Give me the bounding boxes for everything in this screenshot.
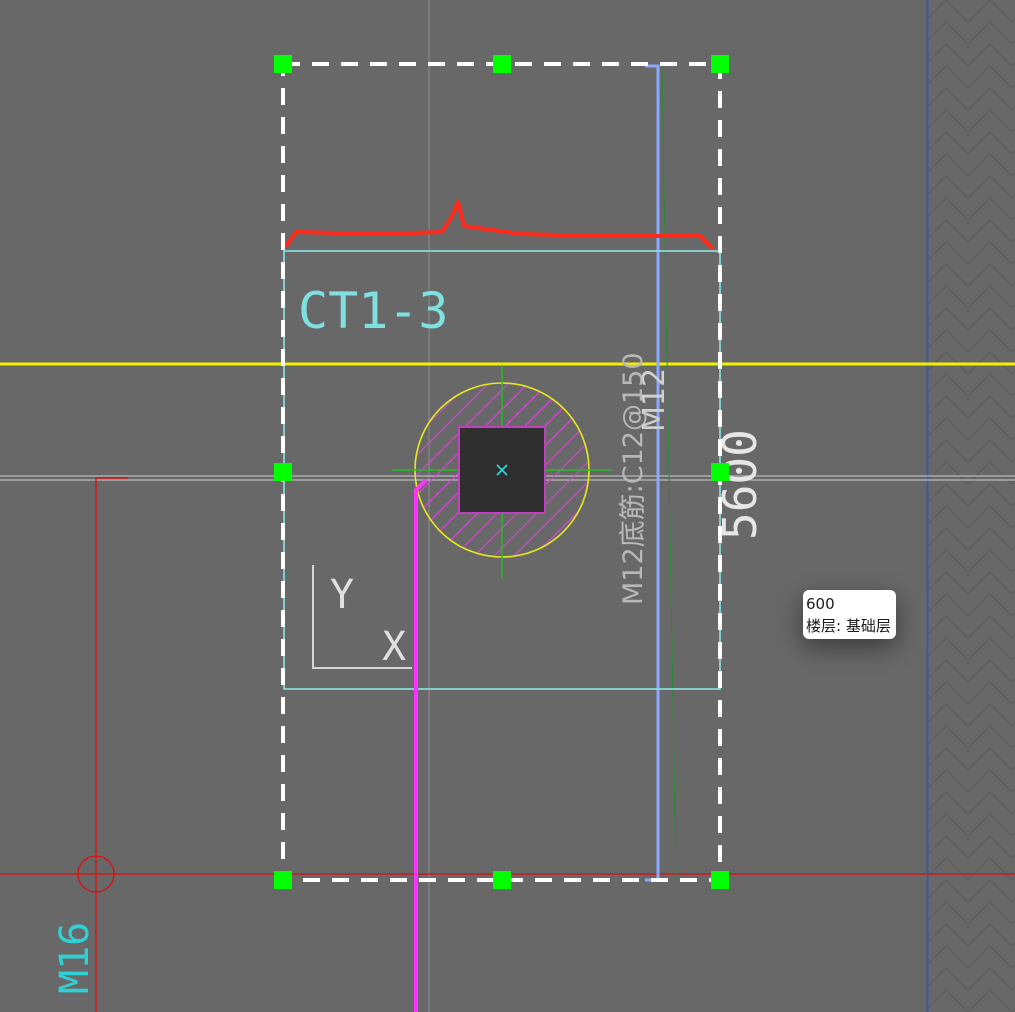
grip-top-left[interactable] (274, 55, 292, 73)
tooltip-value: 600 (806, 595, 835, 613)
axis-y-label: Y (330, 572, 354, 618)
magenta-rebar-line (414, 478, 428, 1012)
cad-viewport[interactable]: Y X CT1-3 M12底筋:C12@150 M12 5600 M16 600… (0, 0, 1015, 1012)
grid-label: M16 (52, 922, 98, 994)
grip-bottom-middle[interactable] (493, 871, 511, 889)
drawing-canvas[interactable]: Y X CT1-3 M12底筋:C12@150 M12 5600 M16 (0, 0, 1015, 1012)
pile-symbol[interactable] (392, 365, 612, 578)
grip-top-middle[interactable] (493, 55, 511, 73)
hover-tooltip: 600 楼层: 基础层 (803, 590, 896, 639)
thin-green-line (661, 65, 677, 881)
element-label: CT1-3 (298, 282, 449, 340)
red-grid-line-left (95, 477, 128, 1012)
tooltip-floor: 楼层: 基础层 (806, 617, 891, 635)
hatched-wall-area (928, 0, 1015, 1012)
axis-x-label: X (382, 624, 406, 670)
vertical-label: M12 (637, 368, 672, 432)
grip-middle-left[interactable] (274, 463, 292, 481)
grip-bottom-right[interactable] (711, 871, 729, 889)
grip-bottom-left[interactable] (274, 871, 292, 889)
grip-top-right[interactable] (711, 55, 729, 73)
red-markup-brace (284, 200, 714, 250)
grip-middle-right[interactable] (711, 463, 729, 481)
